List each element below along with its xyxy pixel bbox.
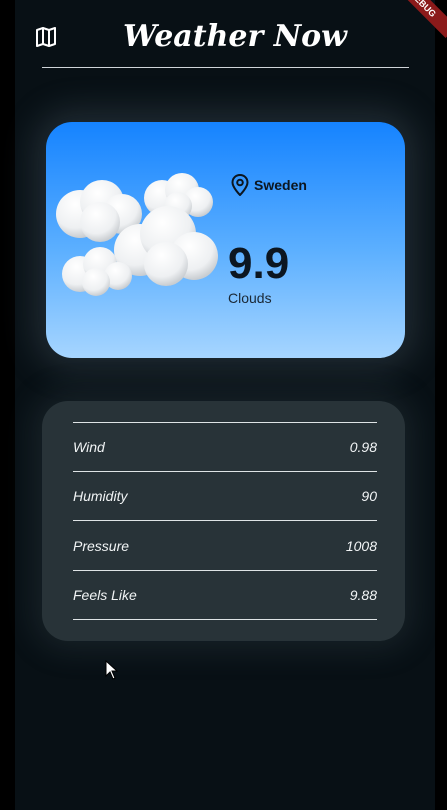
detail-label: Humidity — [73, 488, 128, 504]
detail-row-humidity: Humidity 90 — [73, 472, 377, 520]
detail-value: 9.88 — [349, 587, 377, 603]
location-name: Sweden — [254, 177, 307, 193]
detail-label: Feels Like — [73, 587, 137, 603]
mouse-cursor-icon — [105, 660, 119, 680]
clouds-icon — [56, 173, 218, 296]
right-border — [435, 0, 447, 810]
header-divider — [42, 67, 409, 68]
detail-value: 0.98 — [349, 439, 377, 455]
detail-row-wind: Wind 0.98 — [73, 423, 377, 471]
details-card: Wind 0.98 Humidity 90 Pressure 1008 Feel… — [42, 401, 405, 641]
detail-row-pressure: Pressure 1008 — [73, 522, 377, 570]
detail-row-feels-like: Feels Like 9.88 — [73, 571, 377, 619]
location-row: Sweden — [230, 172, 307, 198]
app-frame: Weather Now DEBUG Sweden 9.9 Clouds Wind… — [0, 0, 447, 810]
left-border — [0, 0, 15, 810]
detail-label: Pressure — [73, 538, 130, 554]
map-icon[interactable] — [34, 25, 58, 49]
detail-value: 1008 — [345, 538, 377, 554]
divider — [73, 619, 377, 620]
location-pin-icon — [231, 174, 249, 196]
app-screen: Weather Now DEBUG Sweden 9.9 Clouds Wind… — [15, 0, 447, 810]
divider — [73, 520, 377, 521]
temperature-value: 9.9 — [228, 239, 290, 288]
detail-value: 90 — [361, 488, 377, 504]
detail-label: Wind — [73, 439, 105, 455]
weather-card: Sweden 9.9 Clouds — [46, 122, 405, 358]
weather-condition: Clouds — [228, 290, 272, 306]
app-title: Weather Now — [122, 19, 348, 54]
